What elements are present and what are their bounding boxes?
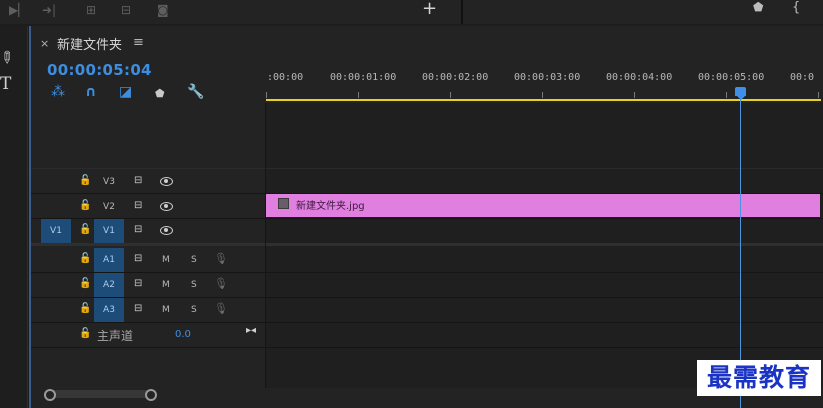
- track-name-a2[interactable]: A2: [94, 273, 124, 297]
- program-monitor-controls: ▶▏ ➜| ⊞ ⊟ ◙ + ⬟ {: [0, 0, 823, 24]
- clip-label: 新建文件夹.jpg: [296, 201, 365, 212]
- ruler-label: :00:00: [267, 72, 304, 83]
- sync-lock-icon[interactable]: ⊟: [134, 224, 142, 235]
- playhead-handle[interactable]: [735, 87, 746, 96]
- microphone-icon[interactable]: 🎙: [214, 277, 228, 290]
- microphone-icon[interactable]: 🎙: [214, 252, 228, 265]
- collapse-tracks-icon[interactable]: ▸◂: [246, 325, 256, 336]
- lock-icon[interactable]: 🔓: [79, 175, 91, 186]
- track-header-master: 🔓 主声道 0.0 ▸◂: [31, 323, 265, 347]
- track-header-v2: 🔓 V2 ⊟: [31, 195, 265, 219]
- lock-icon[interactable]: 🔓: [79, 224, 91, 235]
- ruler-label: 00:00:04:00: [606, 72, 673, 83]
- scroll-start-handle[interactable]: [44, 389, 56, 401]
- type-tool-icon[interactable]: T: [0, 74, 11, 94]
- sequence-tab-title[interactable]: 新建文件夹: [57, 34, 122, 53]
- track-header-a3: 🔓 A3 ⊟ M S 🎙: [31, 298, 265, 322]
- play-to-out-icon[interactable]: ▶▏: [9, 3, 27, 17]
- panel-menu-icon[interactable]: ≡: [133, 35, 144, 50]
- track-header-a1: 🔓 A1 ⊟ M S 🎙: [31, 248, 265, 272]
- marker-flag-icon[interactable]: ⬟: [155, 86, 165, 102]
- razor-icon[interactable]: ✎: [0, 46, 18, 69]
- zoom-scrollbar[interactable]: [44, 390, 154, 398]
- solo-button[interactable]: S: [191, 305, 197, 315]
- source-patch-v1[interactable]: V1: [41, 219, 71, 243]
- add-marker-icon[interactable]: ◪: [119, 84, 132, 100]
- add-button[interactable]: +: [422, 0, 437, 19]
- solo-button[interactable]: S: [191, 255, 197, 265]
- ruler-tick: [266, 92, 267, 98]
- visibility-eye-icon[interactable]: [160, 226, 173, 235]
- lock-icon[interactable]: 🔓: [79, 303, 91, 314]
- ruler-tick: [542, 92, 543, 98]
- ruler-label: 00:00:01:00: [330, 72, 397, 83]
- track-header-v1: V1 🔓 V1 ⊟: [31, 219, 265, 243]
- ruler-label: 00:00:03:00: [514, 72, 581, 83]
- mute-button[interactable]: M: [162, 305, 170, 315]
- master-track-label: 主声道: [97, 329, 134, 343]
- tools-panel: ✎ T: [0, 26, 28, 408]
- ruler-tick: [818, 92, 819, 98]
- ruler-tick: [450, 92, 451, 98]
- sync-lock-icon[interactable]: ⊟: [134, 253, 142, 264]
- lock-icon[interactable]: 🔓: [79, 253, 91, 264]
- lock-icon[interactable]: 🔓: [79, 200, 91, 211]
- overwrite-icon[interactable]: ⊞: [86, 3, 96, 17]
- ruler-label: 00:0: [790, 72, 815, 83]
- ruler-label: 00:00:05:00: [698, 72, 765, 83]
- track-name-v1[interactable]: V1: [94, 219, 124, 243]
- watermark-logo: 最需教育: [697, 360, 821, 396]
- visibility-eye-icon[interactable]: [160, 177, 173, 186]
- sync-lock-icon[interactable]: ⊟: [134, 175, 142, 186]
- microphone-icon[interactable]: 🎙: [214, 302, 228, 315]
- track-name-v3[interactable]: V3: [94, 170, 124, 194]
- sync-lock-icon[interactable]: ⊟: [134, 200, 142, 211]
- lock-icon[interactable]: 🔓: [79, 328, 91, 339]
- visibility-eye-icon[interactable]: [160, 202, 173, 211]
- mute-button[interactable]: M: [162, 255, 170, 265]
- track-name-a3[interactable]: A3: [94, 298, 124, 322]
- track-header-a2: 🔓 A2 ⊟ M S 🎙: [31, 273, 265, 297]
- track-header-v3: 🔓 V3 ⊟: [31, 170, 265, 194]
- close-tab-icon[interactable]: ×: [40, 37, 49, 50]
- settings-wrench-icon[interactable]: 🔧: [187, 84, 204, 100]
- lock-icon[interactable]: 🔓: [79, 278, 91, 289]
- export-frame-icon[interactable]: ⊟: [121, 3, 131, 17]
- playhead-tip: [737, 96, 745, 100]
- sync-lock-icon[interactable]: ⊟: [134, 303, 142, 314]
- track-name-a1[interactable]: A1: [94, 248, 124, 272]
- ruler-tick: [358, 92, 359, 98]
- mute-button[interactable]: M: [162, 280, 170, 290]
- ruler-tick: [634, 92, 635, 98]
- brace-icon[interactable]: {: [792, 0, 800, 15]
- playhead-timecode[interactable]: 00:00:05:04: [47, 61, 152, 79]
- snap-icon[interactable]: ⁂: [51, 84, 65, 100]
- fx-badge-icon: [278, 198, 289, 209]
- insert-icon[interactable]: ➜|: [42, 3, 56, 17]
- track-name-v2[interactable]: V2: [94, 195, 124, 219]
- solo-button[interactable]: S: [191, 280, 197, 290]
- camera-icon[interactable]: ◙: [157, 3, 169, 17]
- marker-icon[interactable]: ⬟: [753, 0, 763, 14]
- sync-lock-icon[interactable]: ⊟: [134, 278, 142, 289]
- scroll-end-handle[interactable]: [145, 389, 157, 401]
- linked-selection-icon[interactable]: ∩: [85, 84, 96, 100]
- ruler-label: 00:00:02:00: [422, 72, 489, 83]
- master-volume-value[interactable]: 0.0: [175, 329, 191, 340]
- ruler-tick: [726, 92, 727, 98]
